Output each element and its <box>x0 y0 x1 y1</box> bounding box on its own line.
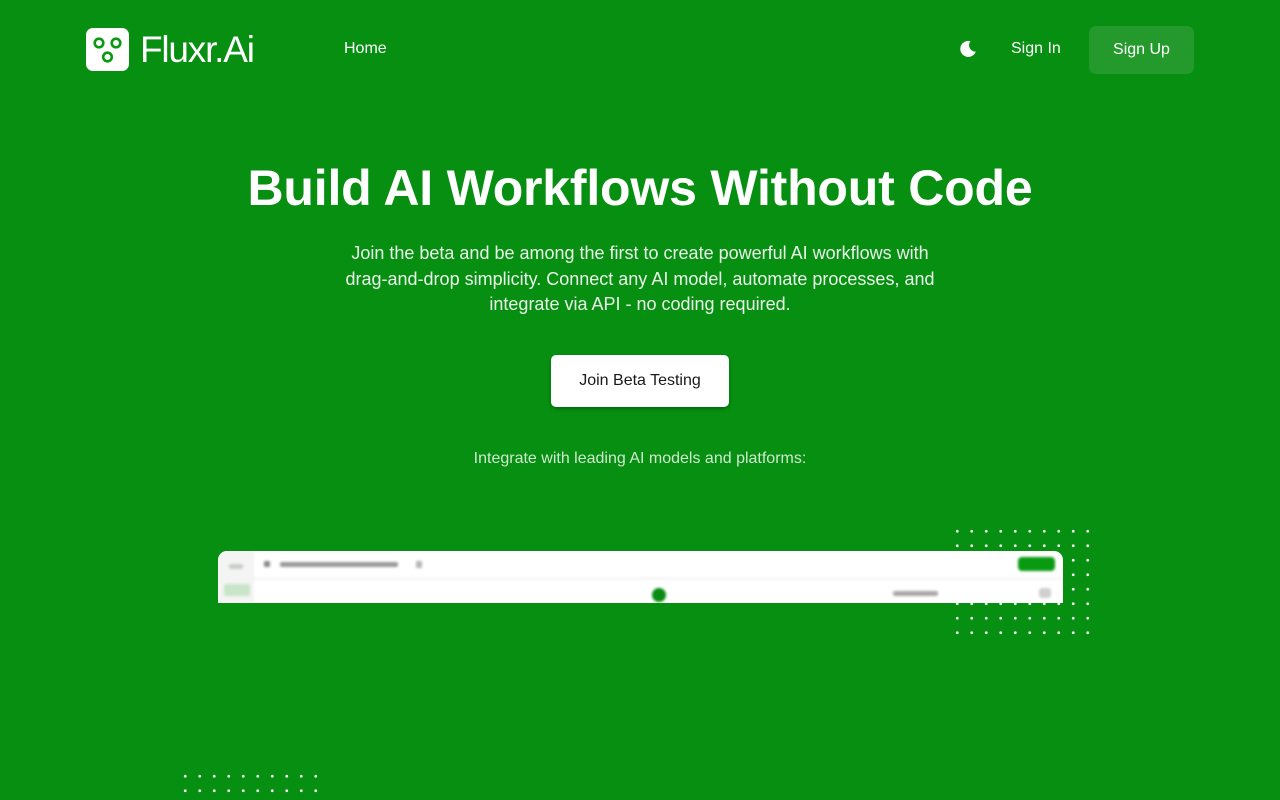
preview-sidebar <box>218 551 254 603</box>
preview-workflow-node <box>652 588 666 602</box>
moon-icon <box>960 40 976 57</box>
preview-settings-icon <box>1039 588 1051 598</box>
hero-title: Build AI Workflows Without Code <box>247 160 1033 216</box>
integrations-caption: Integrate with leading AI models and pla… <box>473 450 807 467</box>
theme-toggle-button[interactable] <box>956 37 980 61</box>
preview-sidebar-item-active <box>224 584 250 596</box>
nav-home-link[interactable]: Home <box>344 38 387 60</box>
site-header: Fluxr.Ai Home Sign In Sign Up <box>0 0 1280 100</box>
app-preview-content <box>218 551 1063 603</box>
hero-subtitle-line: Join the beta and be among the first to … <box>351 243 929 263</box>
preview-back-icon <box>264 561 270 567</box>
app-preview-screenshot <box>218 551 1063 603</box>
fluxr-logo-icon <box>86 28 129 71</box>
preview-sidebar-item <box>229 564 243 569</box>
preview-divider <box>254 578 1063 579</box>
sign-up-button[interactable]: Sign Up <box>1089 26 1194 74</box>
join-beta-button[interactable]: Join Beta Testing <box>551 355 729 407</box>
logo[interactable]: Fluxr.Ai <box>86 28 255 71</box>
preview-action-button <box>1018 557 1055 571</box>
hero-subtitle-line: integrate via API - no coding required. <box>489 294 791 314</box>
hero-subtitle: Join the beta and be among the first to … <box>340 241 940 318</box>
brand-name: Fluxr.Ai <box>140 29 255 70</box>
preview-title-text <box>280 562 398 567</box>
sign-in-link[interactable]: Sign In <box>1011 38 1061 60</box>
decorative-dot-grid <box>178 769 323 800</box>
preview-edit-icon <box>416 561 422 568</box>
preview-label <box>893 591 938 596</box>
hero-subtitle-line: drag-and-drop simplicity. Connect any AI… <box>345 268 935 289</box>
